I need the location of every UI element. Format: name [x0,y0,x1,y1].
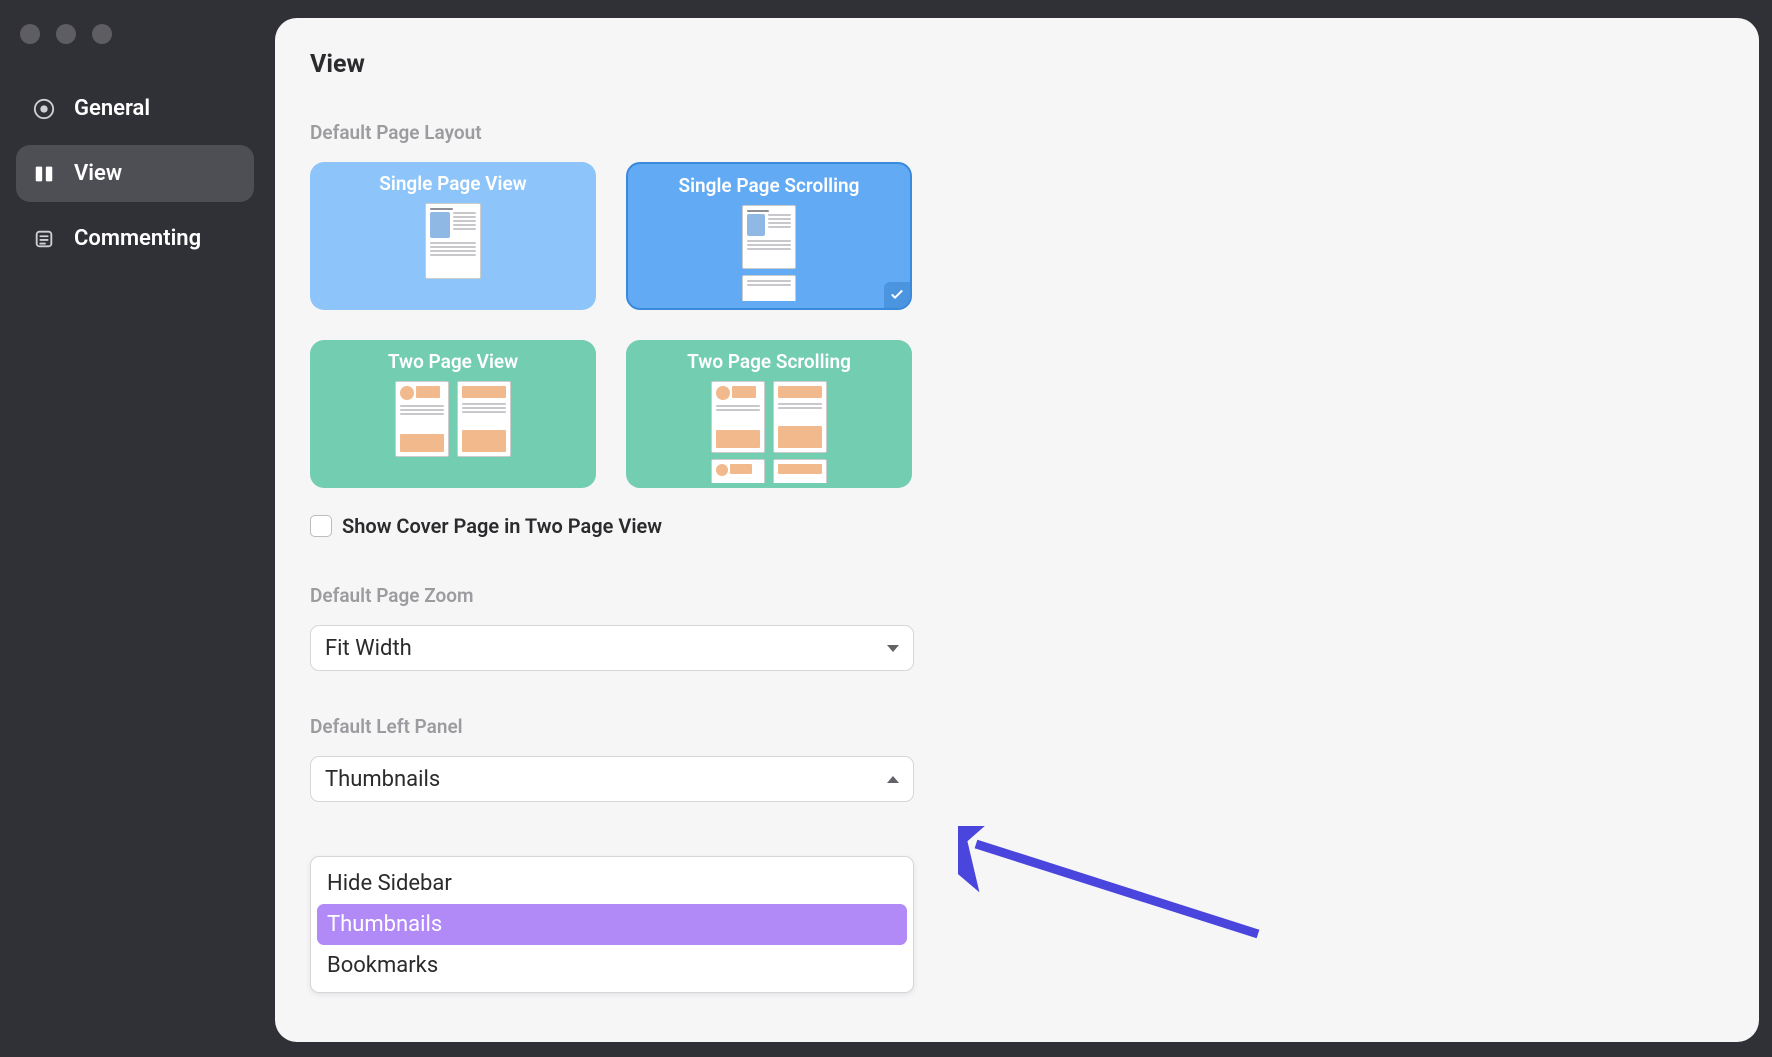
settings-panel: View Default Page Layout Single Page Vie… [275,18,1759,1042]
layout-option-label: Single Page Scrolling [679,174,860,197]
sidebar-label: View [74,161,122,186]
left-panel-select[interactable]: Thumbnails [310,756,914,802]
cover-page-checkbox-label: Show Cover Page in Two Page View [342,514,662,538]
page-thumb-icon [742,205,796,269]
window-controls [20,24,112,44]
chevron-up-icon [887,776,899,783]
note-icon [32,227,56,251]
layout-option-single-page-view[interactable]: Single Page View [310,162,596,310]
cover-page-checkbox-row: Show Cover Page in Two Page View [310,514,1724,538]
page-thumb-icon [711,459,765,483]
dropdown-option-thumbnails[interactable]: Thumbnails [317,904,907,945]
radio-icon [32,97,56,121]
layout-option-single-page-scrolling[interactable]: Single Page Scrolling [626,162,912,310]
page-title: View [310,50,1724,79]
cover-page-checkbox[interactable] [310,515,332,537]
left-panel-dropdown: Hide Sidebar Thumbnails Bookmarks [310,856,914,993]
dropdown-option-bookmarks[interactable]: Bookmarks [317,945,907,986]
page-thumb-icon [773,459,827,483]
page-thumb-icon [742,275,796,301]
close-window-dot[interactable] [20,24,40,44]
zoom-select-value: Fit Width [325,636,412,661]
sidebar-item-commenting[interactable]: Commenting [16,210,254,267]
page-thumb-icon [773,381,827,453]
columns-icon [32,162,56,186]
dropdown-option-hide-sidebar[interactable]: Hide Sidebar [317,863,907,904]
page-thumb-icon [457,381,511,457]
layout-option-label: Two Page Scrolling [687,350,851,373]
sidebar-item-general[interactable]: General [16,80,254,137]
zoom-select[interactable]: Fit Width [310,625,914,671]
page-thumb-icon [711,381,765,453]
layout-option-two-page-scrolling[interactable]: Two Page Scrolling [626,340,912,488]
layout-option-two-page-view[interactable]: Two Page View [310,340,596,488]
zoom-window-dot[interactable] [92,24,112,44]
layout-option-label: Two Page View [388,350,518,373]
page-thumb-icon [395,381,449,457]
chevron-down-icon [887,645,899,652]
page-thumb-icon [425,203,481,279]
section-label-left-panel: Default Left Panel [310,715,1724,738]
settings-sidebar: General View Commenting [16,80,254,267]
check-icon [884,282,910,308]
minimize-window-dot[interactable] [56,24,76,44]
layout-option-label: Single Page View [379,172,526,195]
left-panel-select-value: Thumbnails [325,767,440,792]
section-label-layout: Default Page Layout [310,121,1724,144]
section-label-zoom: Default Page Zoom [310,584,1724,607]
sidebar-item-view[interactable]: View [16,145,254,202]
sidebar-label: General [74,96,150,121]
layout-options-grid: Single Page View Single Page Scrolling [310,162,1724,488]
sidebar-label: Commenting [74,226,201,251]
